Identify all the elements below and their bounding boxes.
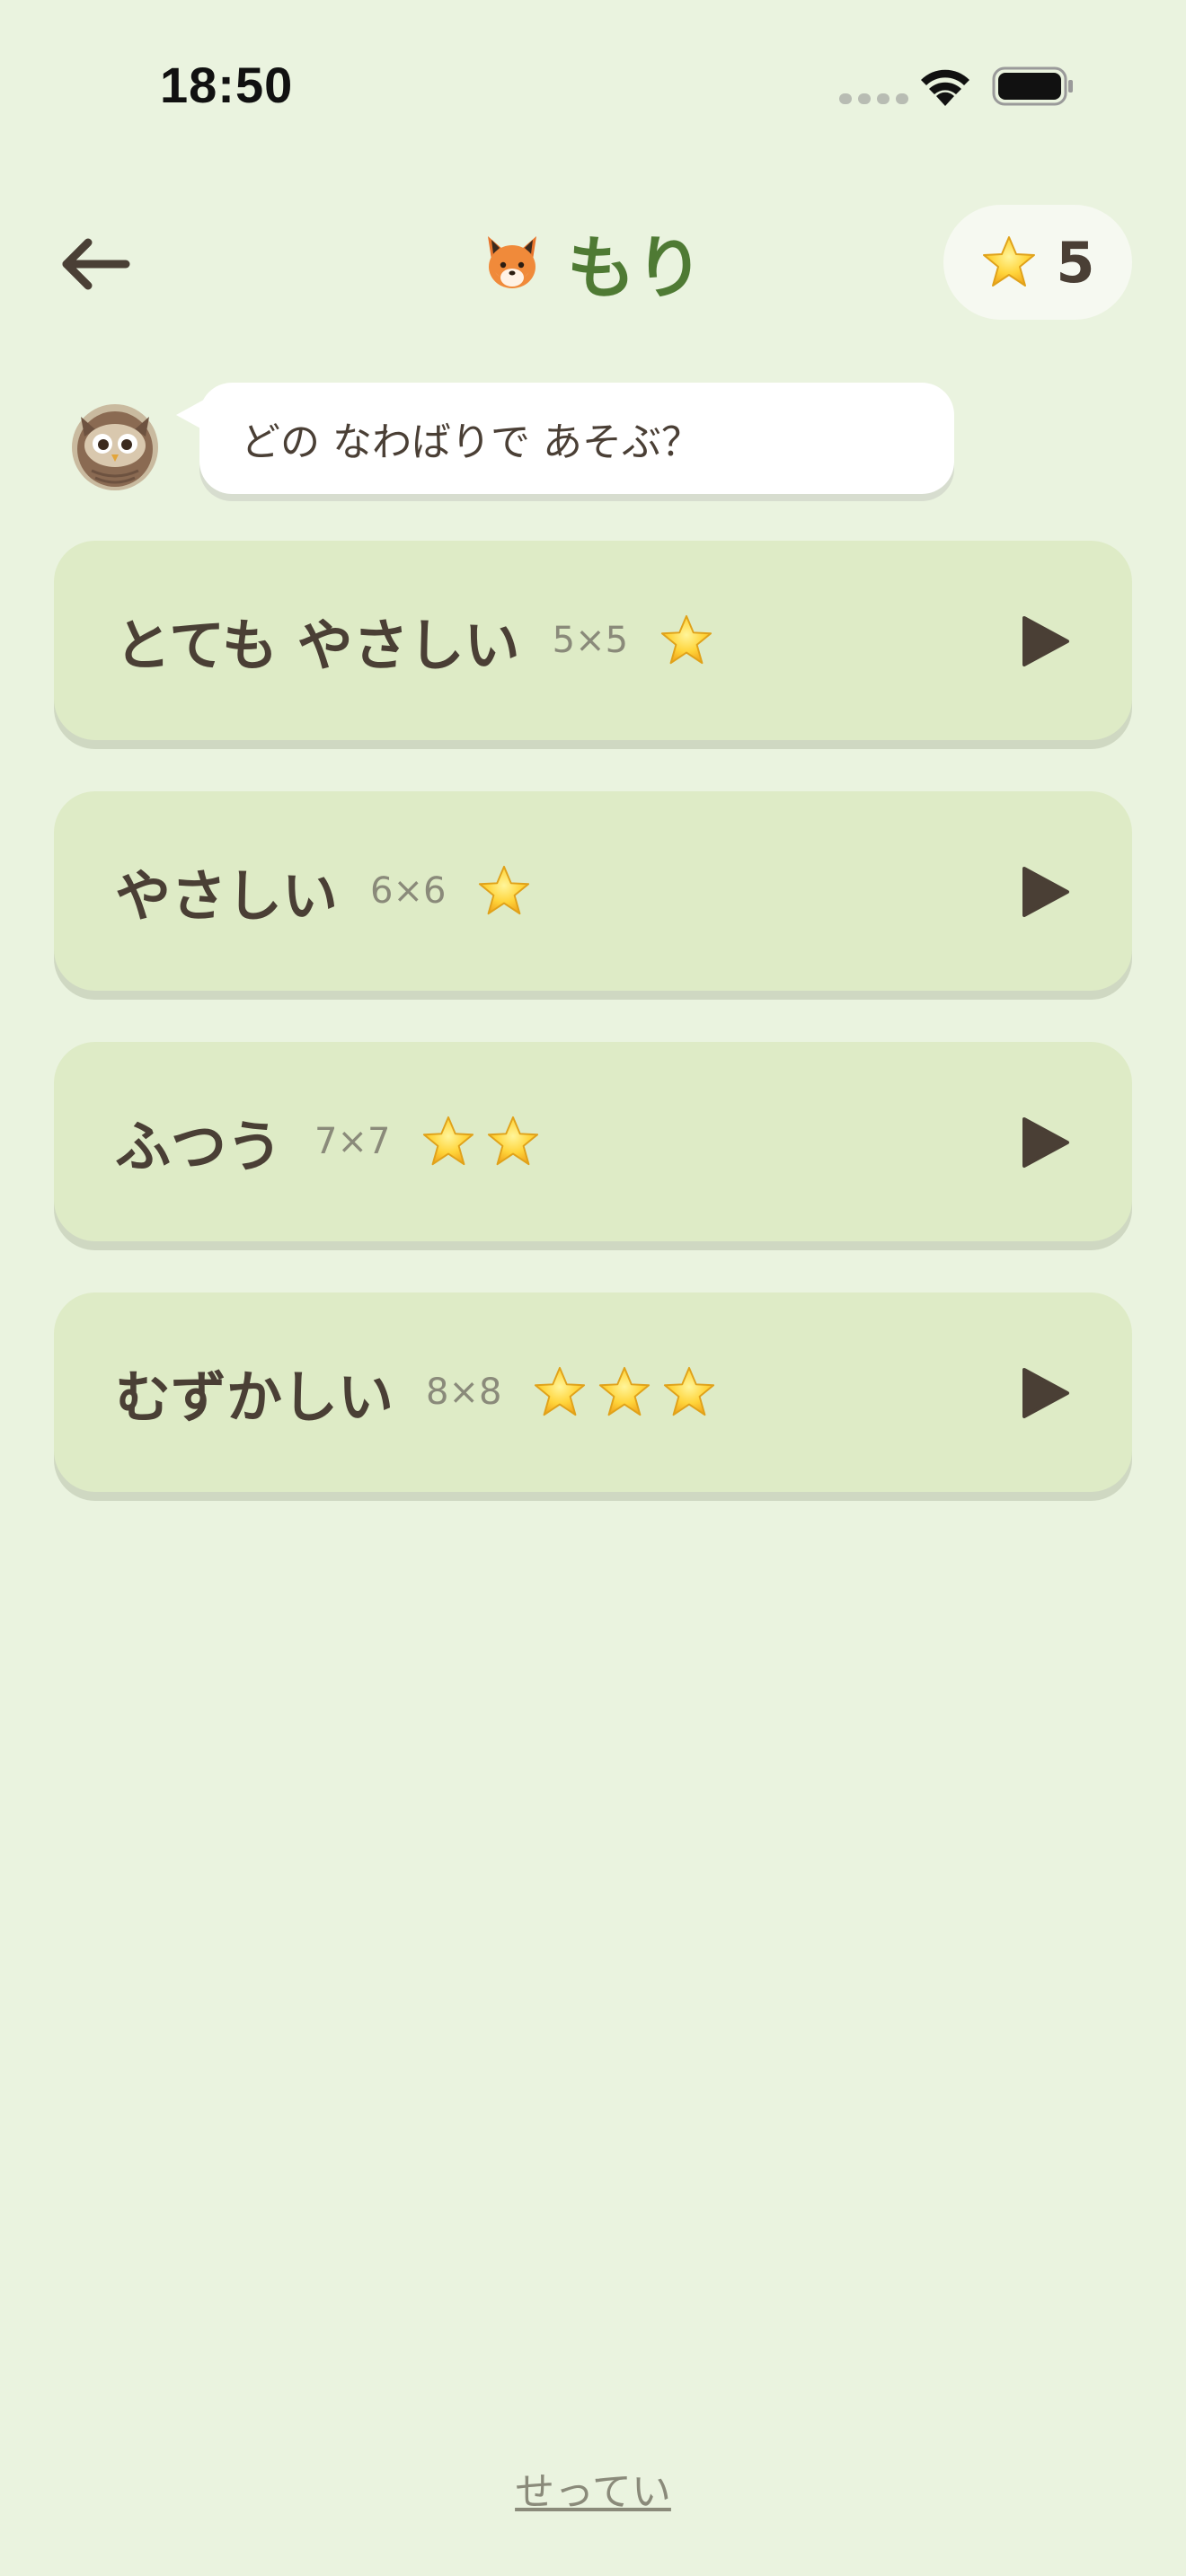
wifi-icon	[921, 69, 969, 106]
star-icon	[983, 236, 1036, 287]
level-card-very-easy[interactable]: とても やさしい 5×5	[54, 541, 1132, 740]
star-icon	[664, 1366, 715, 1416]
battery-icon	[992, 66, 1073, 106]
level-grid-size: 8×8	[426, 1372, 502, 1413]
level-name: とても やさしい	[115, 613, 520, 678]
star-icon	[535, 1366, 586, 1416]
level-difficulty-stars	[476, 863, 532, 919]
level-difficulty-stars	[659, 613, 714, 668]
play-icon	[1022, 867, 1069, 917]
play-icon	[1022, 1368, 1069, 1418]
owl-icon	[72, 404, 158, 490]
page-title: もり	[567, 228, 704, 308]
level-card-hard[interactable]: むずかしい 8×8	[54, 1292, 1132, 1492]
level-grid-size: 5×5	[552, 620, 629, 661]
level-name: やさしい	[115, 863, 339, 929]
star-icon	[423, 1116, 474, 1166]
settings-link[interactable]: せってい	[0, 2459, 1186, 2517]
play-icon	[1022, 1117, 1069, 1168]
level-difficulty-stars	[532, 1364, 717, 1420]
status-bar: 18:50	[0, 0, 1186, 171]
level-name: むずかしい	[115, 1364, 394, 1430]
guide-speech-bubble: どの なわばりで あそぶ？	[199, 383, 954, 494]
cellular-signal-icon	[839, 93, 908, 104]
play-icon	[1022, 616, 1069, 666]
star-icon	[599, 1366, 651, 1416]
star-icon	[660, 614, 712, 665]
level-name: ふつう	[115, 1114, 283, 1179]
level-card-normal[interactable]: ふつう 7×7	[54, 1042, 1132, 1241]
star-icon	[488, 1116, 539, 1166]
star-count-badge: 5	[943, 205, 1132, 320]
level-grid-size: 6×6	[370, 870, 447, 912]
star-icon	[479, 865, 530, 915]
guide-message: どの なわばりで あそぶ？	[241, 419, 701, 465]
status-time: 18:50	[160, 57, 294, 113]
level-grid-size: 7×7	[314, 1121, 391, 1162]
level-card-easy[interactable]: やさしい 6×6	[54, 791, 1132, 991]
star-count: 5	[1056, 229, 1095, 296]
fox-face-icon	[488, 236, 536, 288]
level-difficulty-stars	[420, 1114, 541, 1169]
